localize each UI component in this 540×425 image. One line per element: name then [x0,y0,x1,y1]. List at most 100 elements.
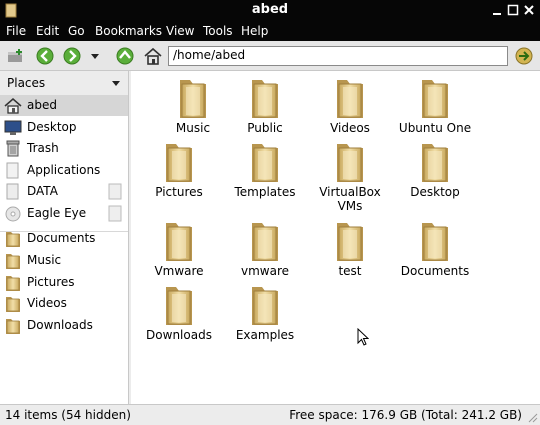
sidebar-item-label: Trash [27,141,59,155]
file-label: Examples [235,328,295,342]
sidebar-item-trash[interactable]: Trash [0,138,128,159]
close-icon[interactable] [522,3,536,17]
folder-icon [248,141,282,183]
back-icon[interactable] [35,46,55,66]
file-item[interactable]: Vmware [136,216,222,280]
file-item[interactable]: Templates [222,137,308,201]
folder-icon [418,77,452,119]
sidebar-item-label: Eagle Eye [27,206,87,220]
file-label: Ubuntu One [398,121,472,135]
drive-icon [6,183,19,200]
folder-icon [248,220,282,262]
folder-icon [162,141,196,183]
folder-icon [248,77,282,119]
maximize-icon[interactable] [506,3,520,17]
desktop-icon [4,120,22,135]
folder-icon [4,252,22,269]
menu-bookmarks[interactable]: Bookmarks [95,24,162,38]
sidebar-item-music[interactable]: Music [0,250,128,271]
file-item[interactable]: Documents [392,216,478,280]
places-dropdown[interactable]: Places [0,71,128,95]
sidebar-item-label: Downloads [27,318,93,332]
free-space: Free space: 176.9 GB (Total: 241.2 GB) [289,408,522,422]
folder-icon [248,284,282,326]
sidebar-item-label: Videos [27,296,67,310]
folder-icon [162,220,196,262]
home-icon[interactable] [143,46,163,66]
folder-icon [418,141,452,183]
file-label: test [338,264,362,278]
item-count: 14 items (54 hidden) [5,408,131,422]
folder-icon [4,317,22,334]
file-label: vmware [240,264,289,278]
file-item[interactable]: Downloads [136,280,222,344]
disc-icon [5,206,21,222]
file-item[interactable]: Videos [307,73,393,137]
folder-icon [4,274,22,291]
sidebar-item-label: Documents [27,231,96,245]
file-label: Videos [330,121,370,135]
file-item[interactable]: Examples [222,280,308,344]
chevron-down-icon [112,81,120,86]
menu-edit[interactable]: Edit [36,24,59,38]
resize-grip-icon[interactable] [526,411,538,423]
sidebar-item-label: Music [27,253,62,267]
eject-icon[interactable] [108,183,122,200]
window-title: abed [251,2,289,17]
forward-icon[interactable] [62,46,82,66]
menu-go[interactable]: Go [68,24,85,38]
title-bar: abed [0,0,540,21]
file-label: Templates [234,185,296,199]
sidebar-item-applications[interactable]: Applications [0,160,128,181]
places-label: Places [7,76,46,90]
sidebar-item-eagle-eye[interactable]: Eagle Eye [0,203,128,224]
sidebar-item-data[interactable]: DATA [0,181,128,202]
sidebar-item-desktop[interactable]: Desktop [0,117,128,138]
menu-tools[interactable]: Tools [203,24,233,38]
folder-icon [176,77,210,119]
sidebar-item-documents[interactable]: Documents [0,228,128,249]
sidebar-item-label: Desktop [27,120,77,134]
file-item[interactable]: Pictures [136,137,222,201]
file-item[interactable]: test [307,216,393,280]
go-icon[interactable] [514,46,534,66]
file-label: VirtualBox VMs [319,185,381,213]
folder-icon [333,141,367,183]
sidebar-item-label: DATA [27,184,58,198]
file-item[interactable]: Desktop [392,137,478,201]
location-input[interactable]: /home/abed [168,46,508,66]
sidebar-item-downloads[interactable]: Downloads [0,315,128,336]
folder-icon [4,230,22,247]
minimize-icon[interactable] [490,3,504,17]
menu-file[interactable]: File [6,24,26,38]
applications-icon [6,162,19,179]
menu-view[interactable]: View [166,24,194,38]
sidebar-item-label: abed [27,98,57,112]
sidebar-item-videos[interactable]: Videos [0,293,128,314]
file-item[interactable]: Public [222,73,308,137]
home-icon [4,98,22,114]
file-item[interactable]: Ubuntu One [392,73,478,137]
folder-icon [418,220,452,262]
history-dropdown-icon[interactable] [89,46,101,66]
sidebar-item-abed[interactable]: abed [0,95,128,116]
sidebar-item-pictures[interactable]: Pictures [0,272,128,293]
status-bar: 14 items (54 hidden) Free space: 176.9 G… [0,404,540,425]
up-icon[interactable] [115,46,135,66]
new-tab-icon[interactable] [6,46,26,66]
toolbar: /home/abed [0,41,540,71]
file-item[interactable]: VirtualBox VMs [307,137,393,213]
sidebar-item-label: Applications [27,163,101,177]
folder-icon [333,220,367,262]
sidebar: Places abed Desktop Trash Applications D… [0,71,129,404]
folder-icon [4,295,22,312]
mouse-cursor-icon [357,328,369,346]
file-label: Vmware [154,264,204,278]
eject-icon[interactable] [108,205,122,222]
file-view: Music Public Videos Ubuntu One Pictures … [131,71,540,404]
file-label: Desktop [410,185,460,199]
trash-icon [6,140,20,157]
file-label: Documents [400,264,470,278]
menu-help[interactable]: Help [241,24,268,38]
file-item[interactable]: vmware [222,216,308,280]
